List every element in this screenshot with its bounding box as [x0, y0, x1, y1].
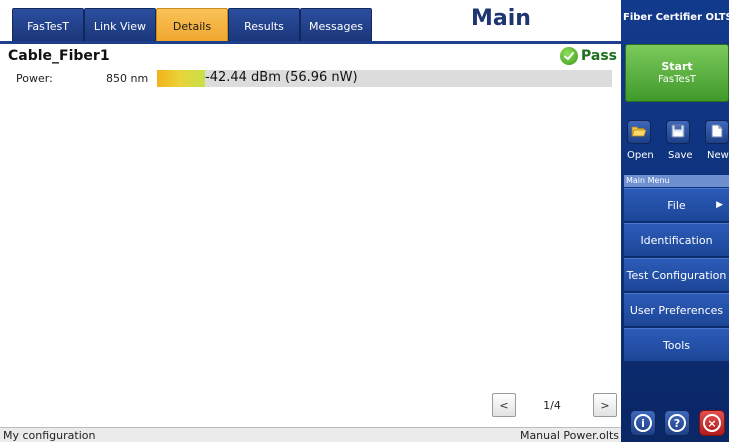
menu-item-test-configuration[interactable]: Test Configuration: [624, 258, 729, 292]
power-row: Power: 850 nm -42.44 dBm (56.96 nW): [0, 69, 621, 88]
save-button[interactable]: [666, 120, 690, 144]
open-label: Open: [627, 150, 654, 161]
next-page-button[interactable]: >: [593, 393, 617, 417]
new-button[interactable]: [705, 120, 729, 144]
wavelength-label: 850 nm: [106, 72, 149, 85]
check-icon: [560, 47, 578, 65]
power-label: Power:: [16, 72, 53, 85]
menu-item-label: Tools: [662, 338, 691, 352]
menu-item-label: User Preferences: [629, 303, 724, 317]
page-indicator: 1/4: [543, 399, 561, 412]
menu-item-user-preferences[interactable]: User Preferences: [624, 293, 729, 327]
menu-item-label: Test Configuration: [626, 268, 727, 282]
tab-link-view[interactable]: Link View: [84, 8, 156, 43]
start-label: Start: [661, 60, 693, 73]
info-icon: i: [634, 414, 652, 432]
help-button[interactable]: ?: [664, 410, 690, 436]
close-icon: ×: [703, 414, 721, 432]
cable-name: Cable_Fiber1: [8, 48, 110, 64]
main-menu-header: Main Menu: [624, 175, 729, 187]
new-document-icon: [711, 124, 723, 141]
info-button[interactable]: i: [630, 410, 656, 436]
tab-bar: FasTesT Link View Details Results Messag…: [0, 0, 621, 44]
menu-item-file[interactable]: File ▶: [624, 188, 729, 222]
menu-item-identification[interactable]: Identification: [624, 223, 729, 257]
power-bar: -42.44 dBm (56.96 nW): [157, 70, 612, 87]
right-panel: Fiber Certifier OLTS Start FasTesT Open …: [621, 0, 729, 442]
folder-open-icon: [631, 124, 647, 141]
status-bar: My configuration Manual Power.olts: [0, 427, 621, 442]
start-sublabel: FasTesT: [657, 74, 697, 85]
new-label: New: [707, 150, 729, 161]
save-label: Save: [668, 150, 693, 161]
menu-item-label: File: [667, 198, 686, 212]
power-value: -42.44 dBm (56.96 nW): [205, 70, 358, 85]
help-icon: ?: [668, 414, 686, 432]
previous-page-button[interactable]: <: [492, 393, 516, 417]
pass-status: Pass: [560, 47, 617, 65]
tab-details[interactable]: Details: [156, 8, 228, 43]
submenu-arrow-icon: ▶: [716, 200, 723, 210]
exit-button[interactable]: ×: [699, 410, 725, 436]
floppy-save-icon: [671, 124, 685, 141]
menu-item-tools[interactable]: Tools: [624, 328, 729, 362]
page-title: Main: [471, 6, 531, 31]
file-name: Manual Power.olts: [519, 429, 619, 442]
app-title: Fiber Certifier OLTS: [623, 12, 729, 23]
open-button[interactable]: [627, 120, 651, 144]
tab-messages[interactable]: Messages: [300, 8, 372, 43]
tab-results[interactable]: Results: [228, 8, 300, 43]
tab-fastest[interactable]: FasTesT: [12, 8, 84, 43]
power-bar-fill: [157, 70, 205, 87]
start-fastest-button[interactable]: Start FasTesT: [625, 44, 729, 102]
pass-label: Pass: [581, 48, 617, 64]
menu-item-label: Identification: [640, 233, 713, 247]
configuration-name: My configuration: [3, 429, 96, 442]
details-content: Cable_Fiber1 Pass Power: 850 nm -42.44 d…: [0, 44, 621, 427]
